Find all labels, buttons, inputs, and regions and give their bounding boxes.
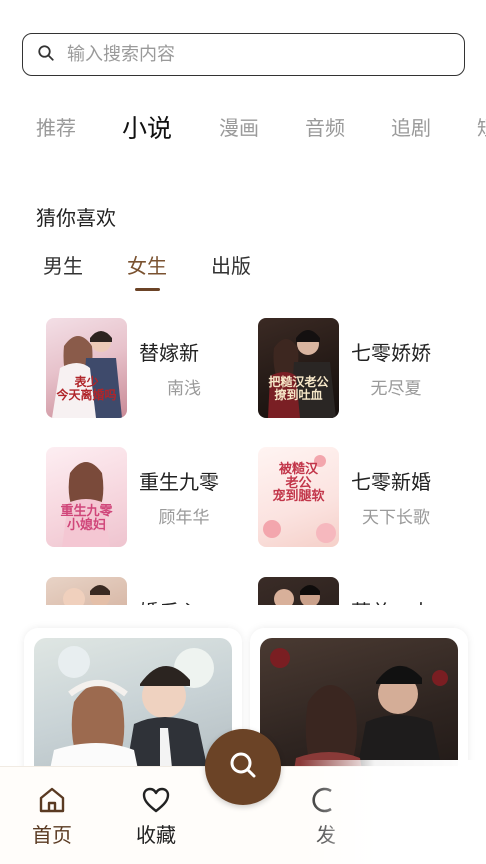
search-icon [226, 748, 260, 786]
book-cover: 被糙汉 老公 宠到腿软 [258, 447, 339, 547]
book-cover: 表少 今天离婚吗 [46, 318, 127, 418]
nav-home[interactable]: 首页 [22, 785, 82, 848]
tab-drama[interactable]: 追剧 [391, 112, 431, 141]
search-bar[interactable] [22, 33, 465, 76]
tab-audio[interactable]: 音频 [305, 112, 345, 141]
home-icon [22, 785, 82, 815]
book-card[interactable]: 被糙汉 老公 宠到腿软 七零新婚 天下长歌 [258, 447, 468, 547]
book-cover [258, 577, 339, 605]
section-title: 猜你喜欢 [36, 206, 116, 230]
book-title: 婚后心 [139, 596, 199, 605]
book-title: 替嫁新 [139, 341, 199, 365]
nav-home-label: 首页 [32, 823, 72, 847]
book-list: 表少 今天离婚吗 替嫁新 南浅 把糙汉老公 撩到吐血 七零娇娇 无尽夏 重生九零… [0, 300, 486, 605]
watermark-overlay [300, 760, 486, 864]
book-author: 顾年华 [158, 508, 210, 528]
category-tabs: 推荐 小说 漫画 音频 追剧 短 [0, 112, 486, 150]
active-tab-indicator [135, 288, 160, 291]
book-title: 七零新婚 [351, 470, 431, 494]
tab-male[interactable]: 男生 [43, 250, 83, 279]
book-card[interactable]: 薄总，太 [258, 577, 468, 605]
tab-novel[interactable]: 小说 [122, 112, 172, 145]
book-cover: 重生九零 小媳妇 [46, 447, 127, 547]
book-card[interactable]: 婚后心 [46, 577, 256, 605]
nav-favorites[interactable]: 收藏 [126, 785, 186, 848]
book-card[interactable]: 把糙汉老公 撩到吐血 七零娇娇 无尽夏 [258, 318, 468, 418]
floating-search-button[interactable] [205, 729, 281, 805]
search-icon [37, 44, 55, 66]
tab-published[interactable]: 出版 [211, 250, 251, 279]
search-input[interactable] [67, 44, 427, 65]
book-author: 南浅 [167, 379, 201, 399]
book-title: 薄总，太 [351, 596, 431, 605]
book-card[interactable]: 重生九零 小媳妇 重生九零 顾年华 [46, 447, 256, 547]
book-author: 无尽夏 [370, 379, 422, 399]
book-title: 重生九零 [139, 470, 219, 494]
tab-short[interactable]: 短 [477, 112, 486, 141]
heart-icon [126, 785, 186, 815]
tab-comic[interactable]: 漫画 [219, 112, 259, 141]
book-cover [46, 577, 127, 605]
book-cover: 把糙汉老公 撩到吐血 [258, 318, 339, 418]
book-author: 天下长歌 [362, 508, 430, 528]
book-title: 七零娇娇 [351, 341, 431, 365]
tab-female[interactable]: 女生 [127, 250, 167, 279]
book-card[interactable]: 表少 今天离婚吗 替嫁新 南浅 [46, 318, 256, 418]
tab-recommend[interactable]: 推荐 [36, 112, 76, 141]
nav-favorites-label: 收藏 [136, 823, 176, 847]
